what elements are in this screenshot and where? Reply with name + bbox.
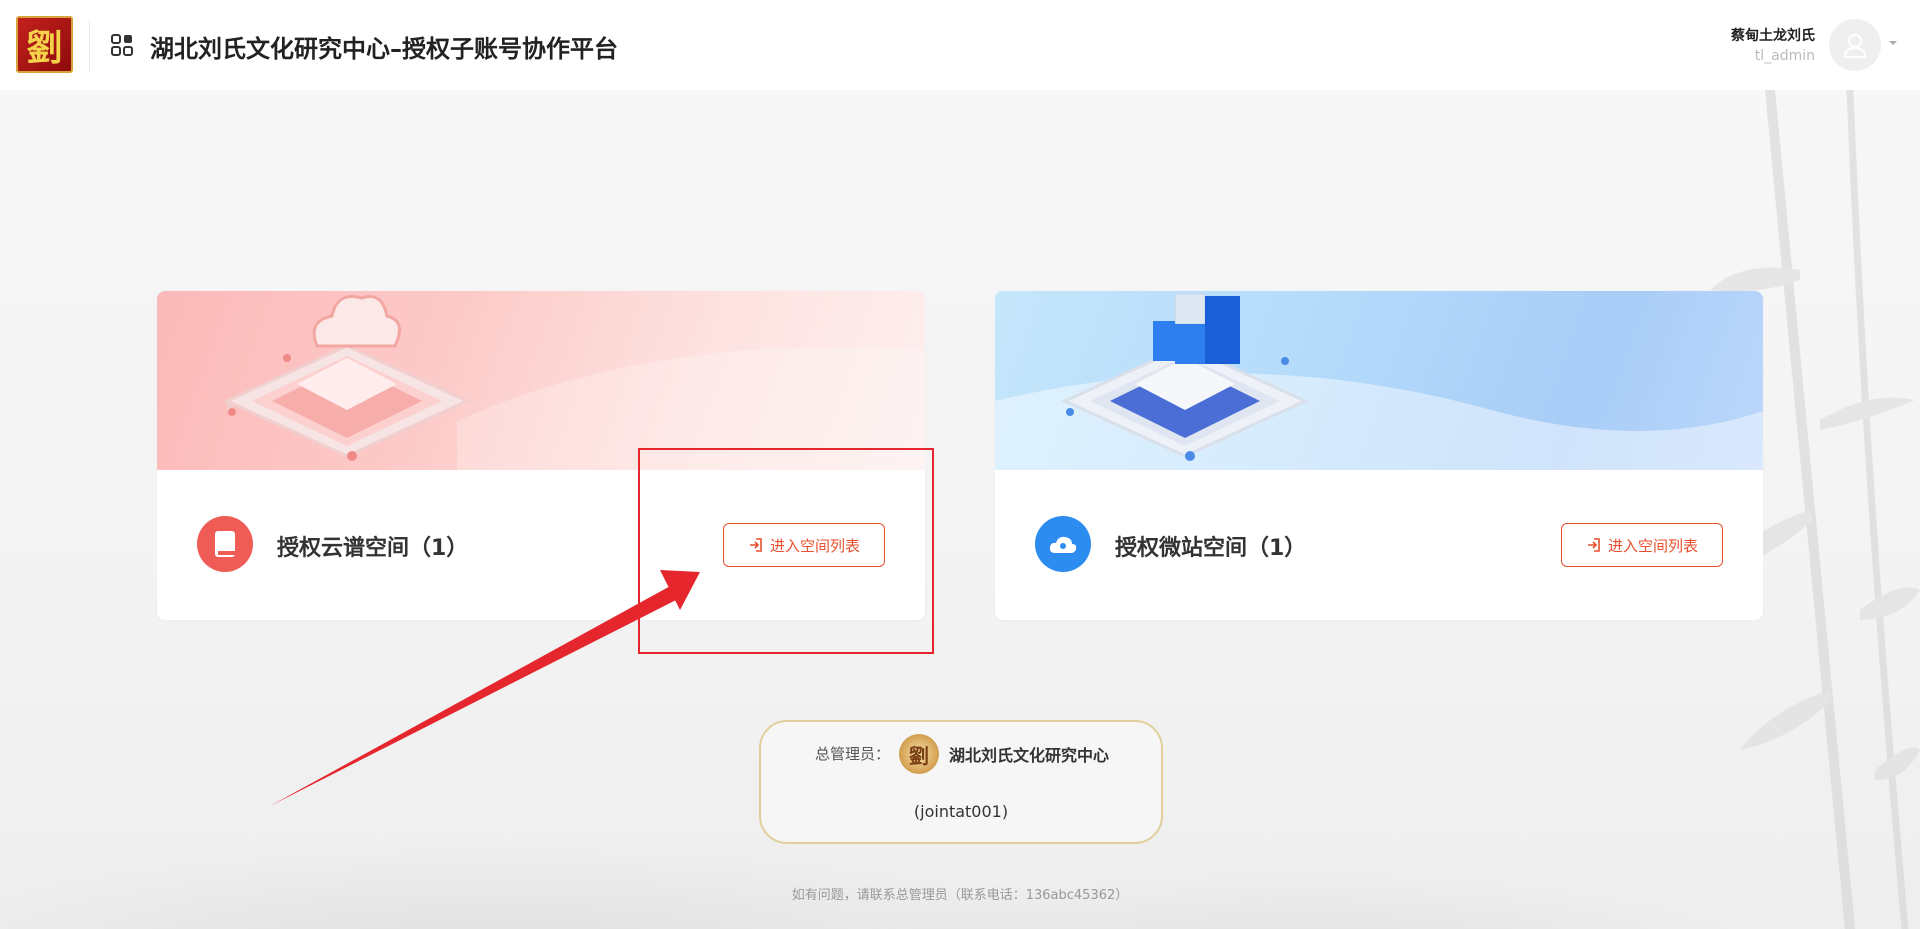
brand-logo[interactable]: 劉 — [16, 16, 73, 73]
app-title: 湖北刘氏文化研究中心–授权子账号协作平台 — [150, 35, 618, 63]
user-info[interactable]: 蔡甸土龙刘氏 tl_admin — [1731, 26, 1815, 66]
user-avatar-icon — [1843, 34, 1867, 58]
footer-note: 如有问题，请联系总管理员（联系电话：136abc45362） — [791, 888, 1129, 903]
book-icon — [215, 531, 235, 557]
admin-logo-char: 劉 — [909, 743, 929, 768]
avatar[interactable] — [1829, 19, 1881, 71]
admin-info-box: 总管理员： 劉 湖北刘氏文化研究中心 (jointat001) — [759, 720, 1163, 844]
header-divider — [89, 20, 90, 72]
admin-name: 湖北刘氏文化研究中心 — [949, 746, 1110, 765]
user-id: tl_admin — [1754, 48, 1815, 64]
annotation-highlight-box — [638, 448, 934, 654]
enter-space-list-button[interactable]: 进入空间列表 — [1561, 523, 1723, 567]
admin-logo: 劉 — [899, 734, 939, 774]
book-icon-badge — [197, 516, 253, 572]
cube-platform-illustration — [1061, 293, 1309, 461]
cloud-platform-illustration — [223, 295, 471, 461]
admin-label: 总管理员： — [815, 745, 891, 763]
admin-account: (jointat001) — [913, 802, 1009, 821]
apps-grid-icon[interactable] — [110, 33, 134, 57]
cloud-icon-badge — [1035, 516, 1091, 572]
card-title: 授权微站空间（1） — [1115, 536, 1307, 561]
button-label: 进入空间列表 — [1607, 536, 1698, 555]
logo-char: 劉 — [26, 26, 63, 69]
card-title: 授权云谱空间（1） — [277, 536, 469, 561]
user-name: 蔡甸土龙刘氏 — [1731, 28, 1815, 44]
top-header: 劉 湖北刘氏文化研究中心–授权子账号协作平台 蔡甸土龙刘氏 tl_admin — [0, 0, 1920, 90]
cloud-icon — [1049, 536, 1077, 553]
micro-site-card: 授权微站空间（1） 进入空间列表 — [995, 291, 1763, 620]
login-icon — [1587, 538, 1600, 552]
chevron-down-icon[interactable] — [1887, 37, 1899, 49]
